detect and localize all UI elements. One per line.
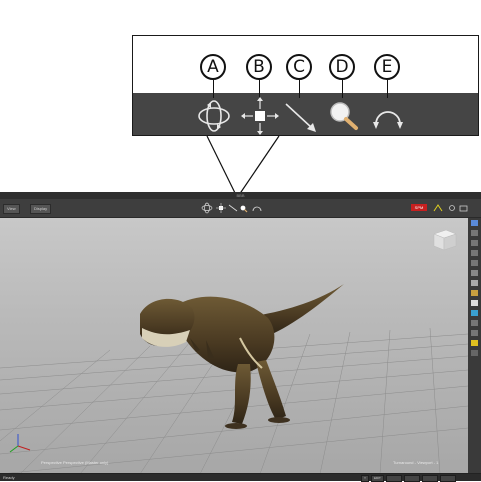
tool-shelf [468,218,481,474]
scale-tool-icon[interactable] [471,250,478,256]
water-tool-icon[interactable] [471,310,478,316]
lasso-tool-icon[interactable] [471,260,478,266]
status-fields: Y EDIT [361,475,456,482]
orbit-icon[interactable] [194,96,234,136]
viewport-camera-label: Perspective Perspective (Master only) [41,460,109,465]
3d-viewport[interactable]: Perspective Perspective (Master only) Tu… [0,218,468,474]
callout-letter-d: D [329,54,355,80]
zoom-icon[interactable] [323,96,363,136]
dolly-icon-small[interactable] [228,204,238,212]
window-title: BBB [0,192,481,199]
orbit-icon-small[interactable] [201,202,213,214]
rotate-tool-icon[interactable] [471,240,478,246]
navigation-tools [201,202,262,214]
joint-tool-icon[interactable] [471,330,478,336]
settings-icon[interactable] [449,205,455,211]
display-menu-label: Display [34,206,48,211]
sphere-tool-icon[interactable] [471,300,478,306]
viewport-name-label: Turnaround - Viewport - 1 [393,460,439,465]
scene-render [0,284,468,474]
dolly-icon[interactable] [280,96,320,136]
view-menu-label: View [7,206,16,211]
callout-letter-c: C [286,54,312,80]
app-window: BBB View Display SPM Perspective Perspec… [0,192,481,482]
callout-letter-b: B [246,54,272,80]
viewcube-widget[interactable] [430,226,458,252]
viewport-toolbar: View Display SPM [0,199,481,218]
axis-triad [9,434,31,453]
right-toolbar-icons [433,204,468,212]
callout-letter-a: A [200,54,226,80]
toolbar-callout: A B C D E [132,35,479,136]
paint-tool-icon[interactable] [471,270,478,276]
view-menu-button[interactable]: View [3,204,20,214]
callout-letter-e: E [374,54,400,80]
bone-tool-icon[interactable] [471,320,478,326]
light-tool-icon[interactable] [471,290,478,296]
status-text: Ready [3,475,15,480]
select-tool-icon[interactable] [471,220,478,226]
frame-tool-icon[interactable] [471,350,478,356]
record-badge[interactable]: SPM [411,204,427,211]
status-bar: Ready Y EDIT [0,473,481,482]
pan-icon[interactable] [240,96,280,136]
axis-tool-icon[interactable] [433,204,443,212]
arc-rotate-icon-small[interactable] [252,206,262,212]
zoom-icon-small[interactable] [240,205,248,213]
move-tool-icon[interactable] [471,230,478,236]
display-menu-button[interactable]: Display [30,204,52,214]
sun-tool-icon[interactable] [471,340,478,346]
arc-rotate-icon[interactable] [368,96,408,136]
sculpt-tool-icon[interactable] [471,280,478,286]
t-rex-model [140,284,344,429]
pan-icon-small[interactable] [216,203,226,213]
camera-icon[interactable] [459,205,468,212]
